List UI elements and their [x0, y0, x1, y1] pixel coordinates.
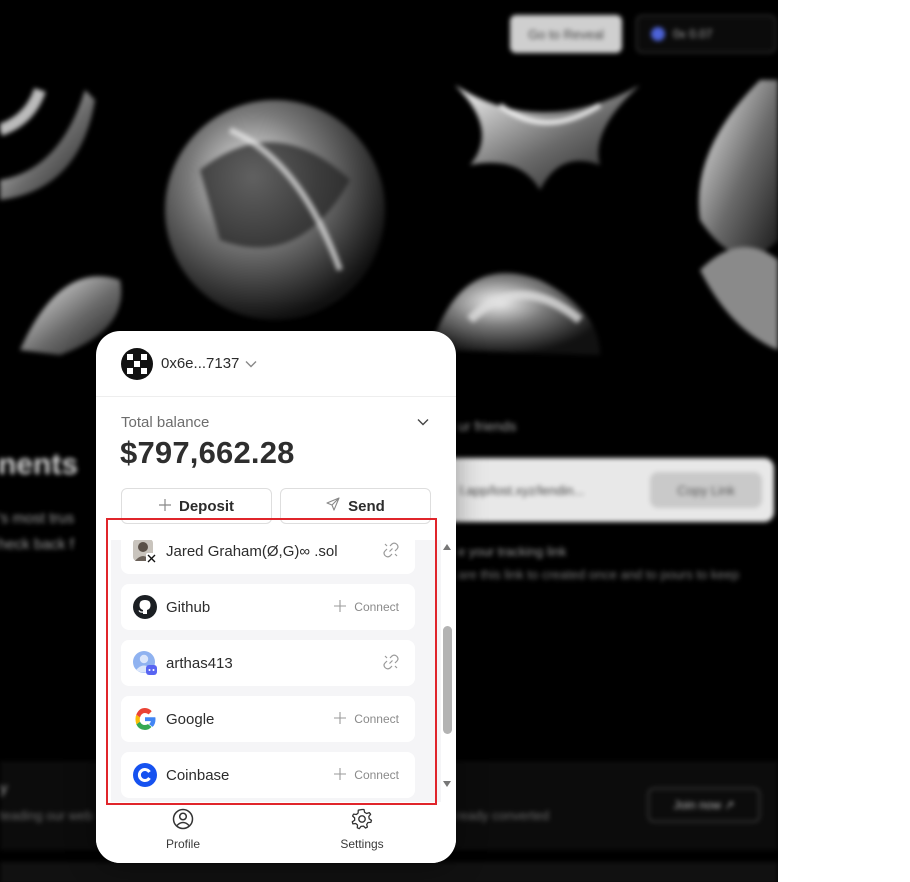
tab-profile-label: Profile: [165, 837, 200, 851]
google-icon: [133, 707, 157, 731]
bottom-tab-bar: Profile Settings: [96, 802, 456, 863]
coinbase-icon: [133, 763, 157, 787]
unlink-button[interactable]: [383, 654, 399, 673]
plus-icon: [158, 498, 171, 515]
list-item-discord[interactable]: arthas413: [121, 640, 415, 686]
plus-icon: [334, 599, 347, 615]
chain-icon: [651, 27, 665, 41]
hero-subtitle-line-2: heck back f: [0, 536, 74, 553]
wallet-chip-label: 0x 0.07: [673, 27, 713, 41]
gear-icon: [351, 808, 373, 833]
bottom-panel: [0, 862, 778, 882]
invite-link-box: l.app/lost.xyz/lendin... Copy Link: [440, 458, 774, 522]
plus-icon: [334, 767, 347, 783]
account-label: arthas413: [166, 654, 233, 672]
account-label: Coinbase: [166, 766, 230, 784]
list-item-google[interactable]: Google Connect: [121, 696, 415, 742]
discord-avatar-icon: [133, 651, 157, 675]
scroll-down-arrow-icon[interactable]: [443, 781, 451, 787]
list-item-twitter[interactable]: Jared Graham(Ø,G)∞ .sol: [121, 540, 415, 574]
tab-settings[interactable]: Settings: [322, 808, 402, 851]
send-icon: [326, 497, 340, 515]
friends-label: ur friends: [458, 418, 517, 434]
go-to-reveal-button[interactable]: Go to Reveal: [510, 15, 622, 53]
tab-settings-label: Settings: [340, 837, 384, 851]
wallet-avatar-icon: [121, 347, 153, 380]
send-label: Send: [348, 497, 385, 515]
unlink-button[interactable]: [383, 542, 399, 561]
plus-icon: [334, 711, 347, 727]
tracking-subtitle: are this link to created once and to pou…: [458, 567, 740, 582]
connect-label: Connect: [354, 768, 399, 782]
chevron-down-icon[interactable]: [245, 360, 257, 368]
connect-label: Connect: [354, 600, 399, 614]
copy-link-button[interactable]: Copy Link: [650, 472, 762, 508]
account-label: Github: [166, 598, 211, 616]
wallet-header[interactable]: 0x6e...7137: [96, 331, 456, 397]
deposit-label: Deposit: [178, 497, 234, 515]
scroll-up-arrow-icon[interactable]: [443, 544, 451, 550]
list-item-coinbase[interactable]: Coinbase Connect: [121, 752, 415, 798]
wallet-popup: 0x6e...7137 Total balance $797,662.28 De…: [96, 331, 456, 863]
lower-panel-text: teading our web: [0, 808, 93, 823]
lower-panel-title: y: [0, 780, 8, 797]
x-twitter-avatar-icon: [133, 540, 157, 563]
account-label: Google: [166, 710, 215, 728]
list-item-github[interactable]: Github Connect: [121, 584, 415, 630]
account-label: Jared Graham(Ø,G)∞ .sol: [166, 542, 338, 560]
unlink-icon: [383, 654, 399, 673]
hero-heading: nents: [0, 448, 79, 481]
tab-profile[interactable]: Profile: [143, 808, 223, 851]
linked-accounts-list[interactable]: Jared Graham(Ø,G)∞ .sol Github Connect a…: [111, 540, 441, 802]
total-balance-value: $797,662.28: [120, 435, 295, 470]
balance-chevron-icon[interactable]: [415, 414, 431, 430]
wallet-address: 0x6e...7137: [161, 355, 240, 372]
join-now-button[interactable]: Join now ↗: [648, 788, 760, 822]
invite-link-text: l.app/lost.xyz/lendin...: [460, 482, 585, 498]
deposit-button[interactable]: Deposit: [121, 488, 272, 524]
connect-button[interactable]: Connect: [334, 767, 399, 783]
send-button[interactable]: Send: [280, 488, 431, 524]
lower-panel-text-right: ready converted: [456, 808, 550, 823]
hero-subtitle-line-1: 's most trus: [0, 510, 75, 527]
connect-label: Connect: [354, 712, 399, 726]
github-icon: [133, 595, 157, 619]
tracking-title: e your tracking link: [458, 544, 567, 559]
connect-button[interactable]: Connect: [334, 599, 399, 615]
scrollbar-thumb[interactable]: [443, 626, 452, 734]
wallet-chip-button[interactable]: 0x 0.07: [636, 15, 776, 53]
total-balance-label: Total balance: [121, 414, 210, 431]
profile-icon: [172, 808, 194, 833]
connect-button[interactable]: Connect: [334, 711, 399, 727]
hero-art-image: [0, 80, 778, 355]
unlink-icon: [383, 542, 399, 561]
